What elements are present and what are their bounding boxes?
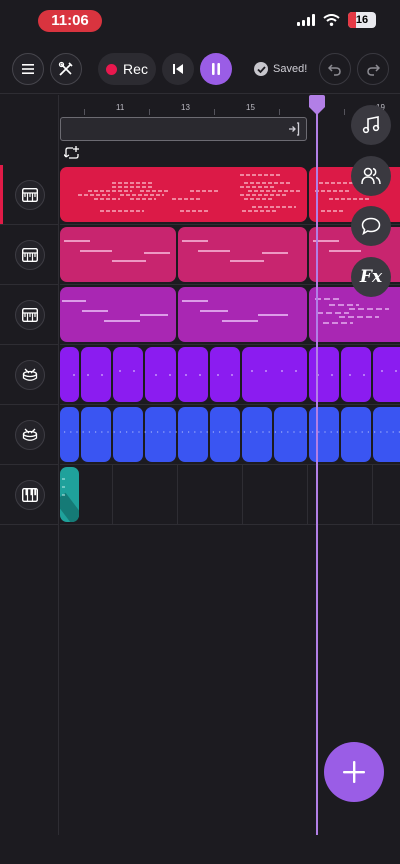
redo-icon [367, 64, 380, 76]
timeline-ruler[interactable]: 11 13 15 19 [60, 95, 400, 115]
ruler-tick: 13 [181, 103, 190, 112]
add-loop-button[interactable] [63, 145, 80, 166]
drum-icon [14, 419, 45, 450]
track-lane-2 [60, 225, 400, 285]
battery-icon: 16 [348, 12, 376, 28]
record-label: Rec [123, 61, 148, 77]
keyboard-icon [14, 179, 45, 210]
saved-label: Saved! [273, 63, 308, 75]
track-header-column [0, 95, 59, 835]
ruler-tick: 11 [116, 103, 125, 112]
battery-level: 16 [355, 14, 369, 26]
undo-icon [328, 64, 341, 76]
menu-button[interactable] [12, 53, 44, 85]
pause-icon [212, 63, 220, 75]
keyboard-icon [14, 239, 45, 270]
track-header-1[interactable] [0, 165, 59, 225]
track-lanes [60, 165, 400, 525]
clip[interactable] [60, 287, 176, 342]
clip[interactable] [60, 167, 307, 222]
skip-back-icon [173, 64, 183, 74]
track-lane-1 [60, 165, 400, 225]
plus-icon [343, 761, 365, 783]
saved-status: Saved! [254, 62, 307, 76]
selected-indicator [0, 165, 3, 224]
track-lane-4 [60, 345, 400, 405]
check-circle-icon [254, 62, 268, 76]
track-header-2[interactable] [0, 225, 59, 285]
tools-icon [58, 61, 73, 76]
effects-icon: Fx [359, 267, 383, 287]
add-loop-icon [63, 146, 79, 159]
status-bar: 11:06 16 [0, 0, 400, 44]
undo-button[interactable] [319, 53, 351, 85]
status-time: 11:06 [38, 10, 102, 32]
piano-icon [14, 479, 45, 510]
drum-icon [14, 359, 45, 390]
signal-icon [297, 14, 315, 26]
track-header-5[interactable] [0, 405, 59, 465]
track-lane-5 [60, 405, 400, 465]
music-note-icon [362, 116, 380, 134]
playhead-handle[interactable] [308, 95, 326, 115]
playhead-line [316, 95, 318, 835]
track-lane-3 [60, 285, 400, 345]
tools-button[interactable] [50, 53, 82, 85]
music-note-button[interactable] [351, 105, 391, 145]
wifi-icon [323, 14, 340, 26]
track-header-6[interactable] [0, 465, 59, 525]
record-dot-icon [106, 63, 118, 75]
add-track-button[interactable] [324, 742, 384, 802]
collaborators-icon [361, 167, 381, 185]
menu-icon [22, 64, 34, 74]
clip[interactable] [178, 227, 307, 282]
track-header-4[interactable] [0, 345, 59, 405]
clip[interactable] [60, 467, 79, 522]
loop-end-icon [289, 122, 300, 136]
chat-icon [361, 217, 381, 235]
collaborators-button[interactable] [351, 156, 391, 196]
pause-button[interactable] [200, 53, 232, 85]
clip[interactable] [309, 287, 400, 342]
timeline[interactable]: 11 13 15 19 [60, 95, 400, 835]
skip-back-button[interactable] [162, 53, 194, 85]
loop-region-bar[interactable] [60, 117, 307, 141]
clip[interactable] [178, 287, 307, 342]
clip[interactable] [60, 227, 176, 282]
track-header-3[interactable] [0, 285, 59, 345]
track-lane-6 [60, 465, 400, 525]
toolbar: Rec Saved! [0, 44, 400, 94]
effects-button[interactable]: Fx [351, 257, 391, 297]
keyboard-icon [14, 299, 45, 330]
redo-button[interactable] [357, 53, 389, 85]
ruler-tick: 15 [246, 103, 255, 112]
chat-button[interactable] [351, 206, 391, 246]
record-button[interactable]: Rec [98, 53, 156, 85]
status-icons: 16 [297, 12, 376, 28]
